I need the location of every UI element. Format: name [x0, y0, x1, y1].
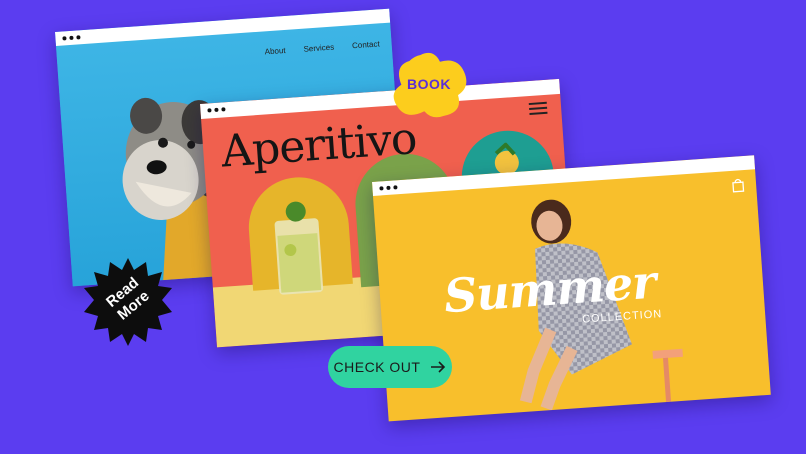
window-dots-icon [379, 185, 398, 191]
check-out-label: CHECK OUT [333, 359, 421, 375]
browser-bar [55, 8, 391, 46]
check-out-button[interactable]: CHECK OUT [328, 346, 452, 388]
dog-site-nav: About Services Contact [264, 39, 380, 56]
nav-contact-link[interactable]: Contact [352, 39, 380, 50]
book-badge-button[interactable]: BOOK [388, 50, 470, 122]
window-dots-icon [62, 35, 81, 41]
hamburger-menu-icon[interactable] [528, 101, 548, 118]
nav-about-link[interactable]: About [264, 46, 285, 56]
cocktail-glass-icon [274, 201, 324, 295]
window-dots-icon [207, 107, 226, 113]
shopping-bag-icon[interactable] [732, 178, 745, 193]
read-more-badge-button[interactable]: Read More [82, 256, 174, 348]
nav-services-link[interactable]: Services [303, 43, 334, 54]
arrow-right-icon [431, 361, 446, 373]
book-label: BOOK [407, 76, 451, 92]
